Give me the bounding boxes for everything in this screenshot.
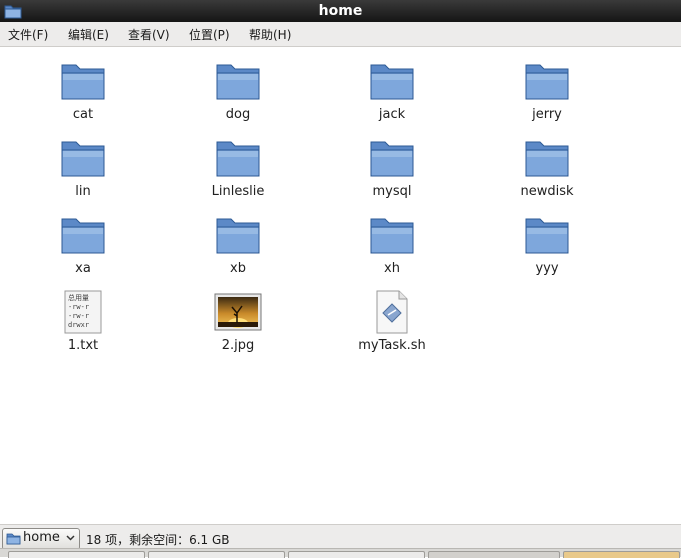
location-dropdown[interactable]: home — [2, 528, 80, 550]
menu-bar: 文件(F) 编辑(E) 查看(V) 位置(P) 帮助(H) — [0, 22, 681, 47]
window-titlebar[interactable]: home — [0, 0, 681, 22]
folder-icon — [370, 141, 414, 177]
folder-icon — [525, 218, 569, 254]
folder-item-dog[interactable]: dog — [183, 59, 293, 122]
folder-item-jack[interactable]: jack — [337, 59, 447, 122]
folder-item-xh[interactable]: xh — [337, 213, 447, 276]
file-name: 1.txt — [67, 338, 99, 353]
folder-icon — [6, 533, 21, 545]
folder-icon — [61, 64, 105, 100]
folder-item-jerry[interactable]: jerry — [492, 59, 602, 122]
folder-icon — [216, 218, 260, 254]
folder-item-yyy[interactable]: yyy — [492, 213, 602, 276]
folder-icon — [525, 64, 569, 100]
folder-item-cat[interactable]: cat — [28, 59, 138, 122]
folder-icon — [61, 141, 105, 177]
script-file-icon — [376, 290, 408, 334]
folder-item-xb[interactable]: xb — [183, 213, 293, 276]
file-item-2-jpg[interactable]: 2.jpg — [183, 290, 293, 353]
menu-view[interactable]: 查看(V) — [128, 26, 170, 43]
file-name: lin — [75, 184, 91, 199]
file-name: xh — [384, 261, 400, 276]
folder-icon — [216, 141, 260, 177]
taskbar-button[interactable] — [288, 551, 425, 558]
folder-icon — [525, 141, 569, 177]
file-name: cat — [72, 107, 94, 122]
taskbar-button[interactable] — [563, 551, 680, 558]
file-item-mytask-sh[interactable]: myTask.sh — [337, 290, 447, 353]
location-label: home — [23, 530, 60, 545]
status-info: 18 项，剩余空间：6.1 GB — [86, 533, 230, 547]
folder-item-mysql[interactable]: mysql — [337, 136, 447, 199]
menu-places[interactable]: 位置(P) — [189, 26, 230, 43]
text-preview-line: 总用量 — [68, 293, 89, 302]
file-item-1-txt[interactable]: 总用量 -rw-r -rw-r drwxr 1.txt — [28, 290, 138, 353]
image-thumbnail-icon — [214, 293, 262, 331]
folder-item-linleslie[interactable]: Linleslie — [183, 136, 293, 199]
text-preview-line: -rw-r — [68, 312, 89, 320]
taskbar-button[interactable] — [428, 551, 560, 558]
file-name: jack — [378, 107, 406, 122]
menu-edit[interactable]: 编辑(E) — [68, 26, 109, 43]
file-name: newdisk — [520, 184, 574, 199]
file-name: xa — [75, 261, 91, 276]
file-name: yyy — [535, 261, 559, 276]
text-preview-line: drwxr — [68, 321, 89, 329]
file-name: myTask.sh — [358, 338, 426, 353]
folder-item-lin[interactable]: lin — [28, 136, 138, 199]
menu-help[interactable]: 帮助(H) — [249, 26, 291, 43]
folder-item-newdisk[interactable]: newdisk — [492, 136, 602, 199]
file-name: jerry — [532, 107, 562, 122]
folder-icon — [61, 218, 105, 254]
text-preview-line: -rw-r — [68, 303, 89, 311]
menu-file[interactable]: 文件(F) — [8, 26, 48, 43]
file-name: 2.jpg — [221, 338, 255, 353]
folder-icon — [370, 64, 414, 100]
taskbar-button[interactable] — [148, 551, 285, 558]
file-icon-view[interactable]: cat dog jack jerry lin Linleslie mysql n… — [0, 47, 681, 524]
file-name: dog — [225, 107, 251, 122]
text-file-icon: 总用量 -rw-r -rw-r drwxr — [64, 290, 102, 334]
window-title: home — [318, 3, 363, 19]
folder-icon — [370, 218, 414, 254]
file-name: Linleslie — [211, 184, 265, 199]
chevron-down-icon — [66, 535, 75, 541]
file-name: mysql — [372, 184, 412, 199]
taskbar-button[interactable] — [8, 551, 145, 558]
folder-item-xa[interactable]: xa — [28, 213, 138, 276]
file-name: xb — [230, 261, 246, 276]
folder-icon — [216, 64, 260, 100]
